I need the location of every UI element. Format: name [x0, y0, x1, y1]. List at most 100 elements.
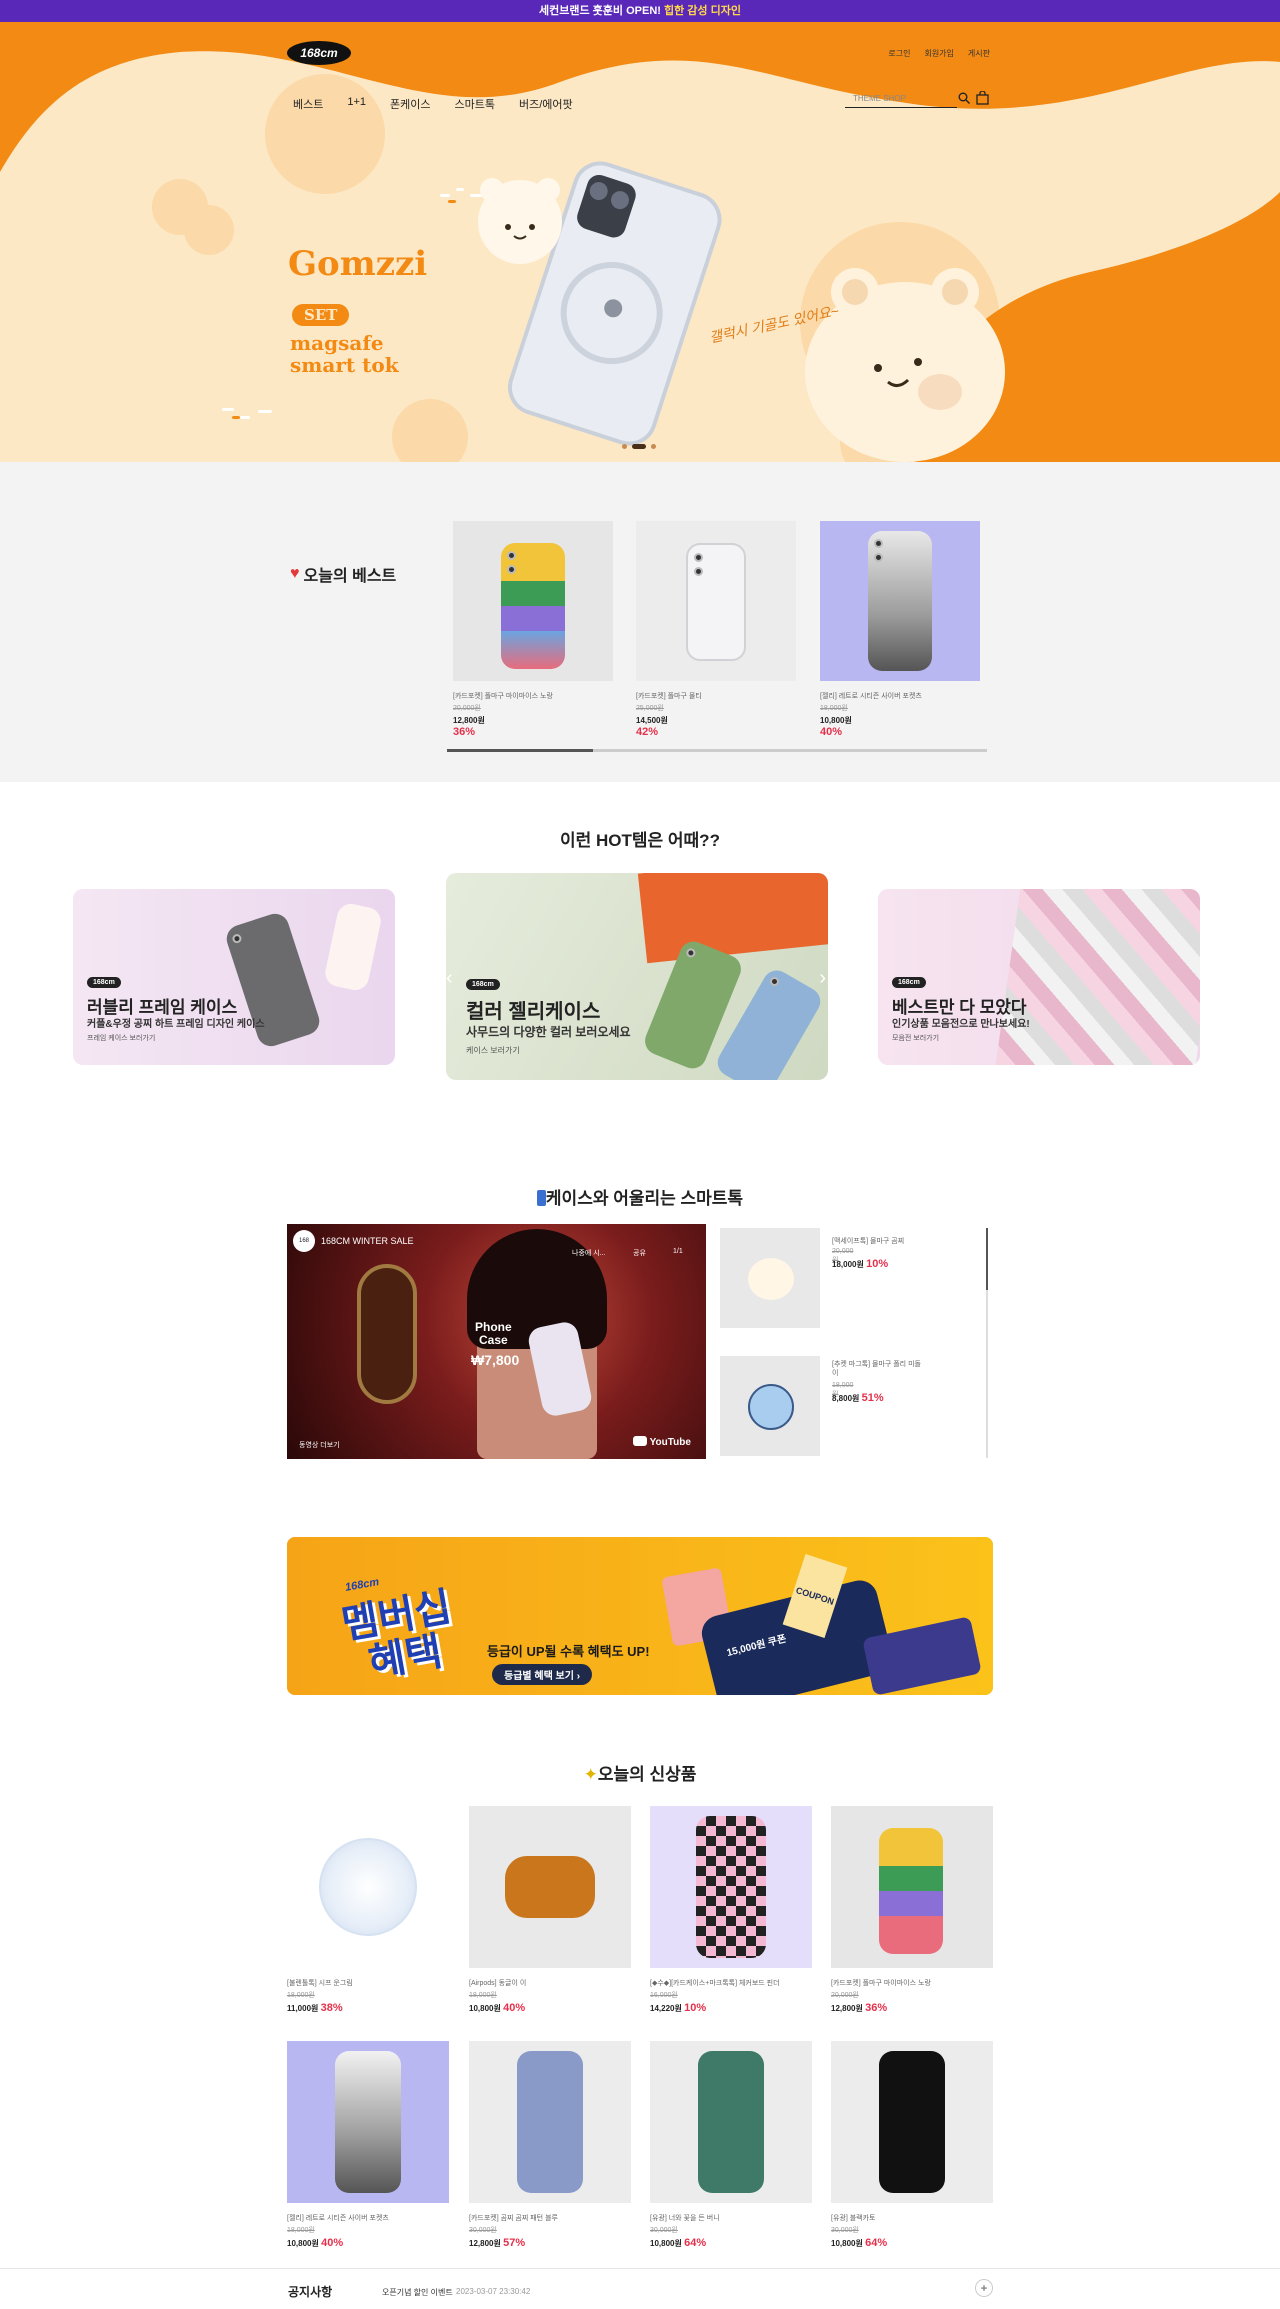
board-link[interactable]: 게시판	[968, 48, 990, 59]
nav-buds[interactable]: 버즈/에어팟	[519, 96, 573, 112]
next-arrow-icon[interactable]: ›	[819, 967, 826, 990]
slide-dot-active[interactable]	[632, 444, 646, 449]
phone-case	[686, 543, 746, 661]
notice-label: 공지사항	[288, 2285, 333, 2299]
play-icon	[633, 1436, 647, 1446]
product-card[interactable]: [카드포켓] 폴마구 마이마이스 노랑 20,000원 12,800원 36%	[453, 521, 613, 738]
share-button[interactable]: 공유	[633, 1248, 646, 1258]
site-logo[interactable]: 168cm	[287, 41, 351, 65]
nav-phonecase[interactable]: 폰케이스	[390, 96, 430, 112]
nav-best[interactable]: 베스트	[293, 96, 323, 112]
best-title-text: 오늘의 베스트	[303, 568, 397, 585]
top-links: 로그인 회원가입 게시판	[888, 48, 990, 59]
prev-arrow-icon[interactable]: ‹	[446, 967, 453, 990]
product-price: 18,000원	[832, 1260, 864, 1269]
product-price: 14,500원	[636, 716, 668, 725]
product-card[interactable]: [Airpods] 동글이 이 18,000원 10,800원 40%	[469, 1806, 631, 2014]
membership-title: 멤버십 혜택	[338, 1585, 462, 1688]
hot-card[interactable]: 168cm 러블리 프레임 케이스 커플&우정 공찌 하트 프레임 디자인 케이…	[73, 889, 395, 1065]
membership-button[interactable]: 등급별 혜택 보기 ›	[492, 1664, 593, 1685]
notice-item[interactable]: 오픈기념 할인 이벤트	[382, 2287, 453, 2298]
membership-banner[interactable]: 168cm 멤버십 혜택 등급이 UP될 수록 혜택도 UP! 등급별 혜택 보기…	[287, 1537, 993, 1695]
login-link[interactable]: 로그인	[888, 48, 910, 59]
product-name: [◆수◆][카드케이스+마크톡톡] 체커보드 핀더	[650, 1980, 780, 1987]
product-price: 10,800원	[287, 2239, 319, 2248]
product-discount: 36%	[865, 2002, 888, 2014]
list-scroll-thumb[interactable]	[986, 1228, 988, 1290]
product-image[interactable]	[636, 521, 796, 681]
product-price: 10,800원	[650, 2239, 682, 2248]
list-scrollbar[interactable]	[986, 1228, 988, 1458]
hero-banner[interactable]: 168cm 로그인 회원가입 게시판 베스트 1+1 폰케이스 스마트톡 버즈/…	[0, 22, 1280, 462]
notice-date: 2023-03-07 23:30:42	[456, 2287, 531, 2296]
nav-one-plus-one[interactable]: 1+1	[347, 96, 366, 112]
best-scrollbar[interactable]	[447, 749, 987, 752]
membership-button-label: 등급별 혜택 보기	[504, 1671, 574, 1682]
phone-case	[698, 2051, 764, 2193]
product-discount: 36%	[453, 726, 476, 738]
product-card[interactable]: [불렌톨톡] 시프 운그림 18,000원 11,000원 38%	[287, 1806, 449, 2014]
channel-avatar[interactable]: 168	[293, 1230, 315, 1252]
product-image[interactable]	[720, 1356, 820, 1456]
book-image	[637, 873, 828, 964]
join-link[interactable]: 회원가입	[924, 48, 953, 59]
product-image[interactable]	[287, 2041, 449, 2203]
product-card[interactable]: [젤리] 레트로 시티즌 사이버 포켓츠 18,000원 10,800원 40%	[820, 521, 980, 738]
hot-card-link[interactable]: 케이스 보러가기	[466, 1045, 520, 1056]
smarttok-title: 케이스와 어울리는 스마트톡	[0, 1184, 1280, 1209]
playlist-count[interactable]: 1/1	[673, 1248, 683, 1255]
product-image[interactable]	[650, 2041, 812, 2203]
product-discount: 64%	[684, 2237, 707, 2249]
product-price-row: 11,000원 38%	[287, 2002, 449, 2014]
mirror-image	[357, 1264, 417, 1404]
smarttok-title-text: 케이스와 어울리는 스마트톡	[545, 1189, 744, 1208]
watch-later[interactable]: 나중에 시...	[572, 1248, 606, 1258]
phone-case	[335, 2051, 401, 2193]
product-image[interactable]	[469, 2041, 631, 2203]
product-card[interactable]: [유광] 블랙카토 30,000원 10,800원 64%	[831, 2041, 993, 2249]
product-price-row: 10,800원 64%	[650, 2237, 812, 2249]
search-input[interactable]: THEME SHOP	[845, 92, 957, 108]
product-image[interactable]	[287, 1806, 449, 1968]
phone-case	[322, 901, 384, 993]
hot-card-link[interactable]: 프레임 케이스 보러가기	[87, 1033, 155, 1043]
video-title[interactable]: 168CM WINTER SALE	[321, 1236, 414, 1246]
product-image[interactable]	[650, 1806, 812, 1968]
phone-case	[868, 531, 932, 671]
best-scroll-thumb[interactable]	[447, 749, 593, 752]
hot-card-link[interactable]: 모음전 보러가기	[892, 1033, 939, 1043]
product-original-price: 16,000원	[650, 1992, 678, 1999]
product-price: 8,800원	[832, 1394, 860, 1403]
product-price: 12,800원	[831, 2004, 863, 2013]
product-image[interactable]	[453, 521, 613, 681]
notice-more-button[interactable]: +	[975, 2279, 993, 2297]
top-promo-bar[interactable]: 세컨브랜드 훗훈비 OPEN! 힙한 감성 디자인	[0, 0, 1280, 22]
hot-card[interactable]: 168cm 컬러 젤리케이스 사무드의 다양한 컬러 보러오세요 케이스 보러가…	[446, 873, 828, 1080]
product-original-price: 30,000원	[831, 2227, 859, 2234]
product-card[interactable]: [◆수◆][카드케이스+마크톡톡] 체커보드 핀더 16,000원 14,220원 …	[650, 1806, 812, 2014]
video-player[interactable]: 168 168CM WINTER SALE 나중에 시... 공유 1/1 Ph…	[287, 1224, 706, 1459]
product-price-row: 10,800원 40%	[469, 2002, 631, 2014]
nav-smarttok[interactable]: 스마트톡	[455, 96, 495, 112]
product-image[interactable]	[831, 2041, 993, 2203]
product-image[interactable]	[469, 1806, 631, 1968]
promo-highlight: 힙한 감성 디자인	[664, 5, 741, 17]
product-card[interactable]: [카드포켓] 폴마구 몰티 25,000원 14,500원 42%	[636, 521, 796, 738]
youtube-logo[interactable]: YouTube	[633, 1436, 691, 1448]
slide-dot[interactable]	[651, 444, 656, 449]
product-card[interactable]: [젤리] 레트로 시티즌 사이버 포켓츠 18,000원 10,800원 40%	[287, 2041, 449, 2249]
product-image[interactable]	[820, 521, 980, 681]
search-icon[interactable]	[958, 92, 970, 104]
cart-icon[interactable]	[976, 91, 989, 105]
product-image[interactable]	[831, 1806, 993, 1968]
product-card[interactable]: [카드포켓] 폴마구 마이마이스 노랑 20,000원 12,800원 36%	[831, 1806, 993, 2014]
slide-dot[interactable]	[622, 444, 627, 449]
hot-card[interactable]: 168cm 베스트만 다 모았다 인기상품 모음전으로 만나보세요! 모음전 보…	[878, 889, 1200, 1065]
slide-indicator[interactable]	[622, 444, 656, 449]
product-card[interactable]: [유광] 너와 꽃을 든 버니 30,000원 10,800원 64%	[650, 2041, 812, 2249]
product-card[interactable]: [카드포켓] 곰찌 곰찌 패턴 블루 30,000원 12,800원 57%	[469, 2041, 631, 2249]
product-image[interactable]	[720, 1228, 820, 1328]
video-price: ₩7,800	[471, 1352, 520, 1368]
product-price-row: 12,800원 57%	[469, 2237, 631, 2249]
more-videos-link[interactable]: 동영상 더보기	[299, 1440, 340, 1450]
